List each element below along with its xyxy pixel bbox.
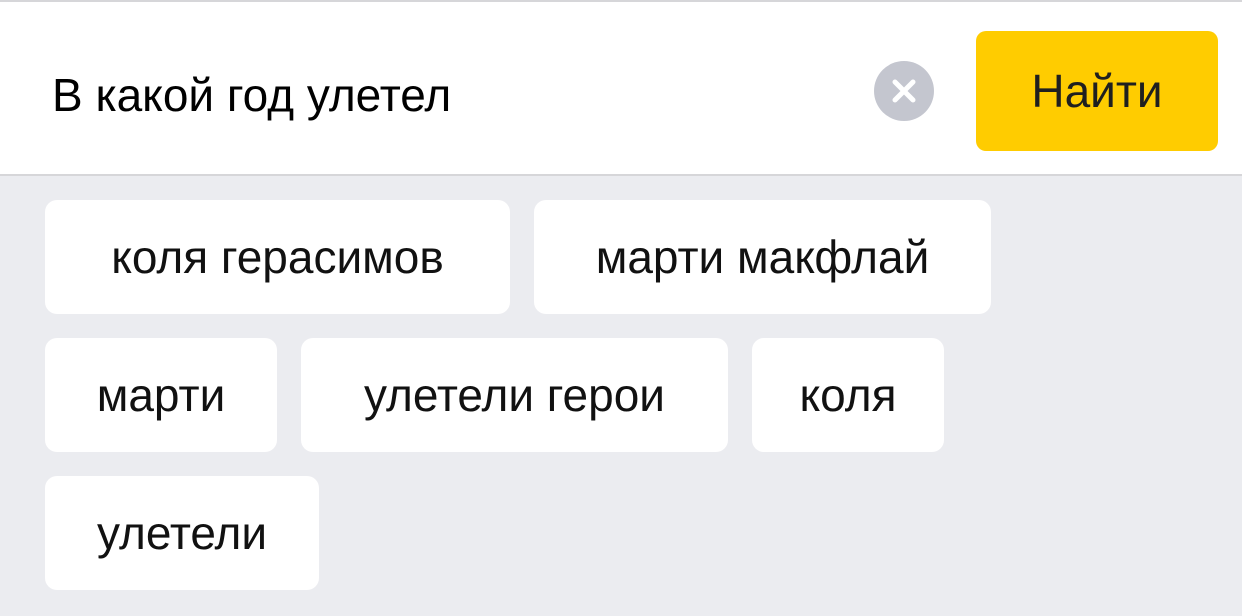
close-icon <box>890 77 918 105</box>
search-bar: Найти <box>0 0 1242 176</box>
find-button[interactable]: Найти <box>976 31 1218 151</box>
suggestion-chip[interactable]: марти макфлай <box>534 200 991 314</box>
suggestion-chip[interactable]: улетели <box>45 476 319 590</box>
search-input[interactable] <box>52 62 852 128</box>
suggestion-chip[interactable]: марти <box>45 338 277 452</box>
search-page: Найти коля герасимов марти макфлай марти… <box>0 0 1242 616</box>
suggestion-chip[interactable]: коля <box>752 338 944 452</box>
clear-search-button[interactable] <box>874 61 934 121</box>
suggestion-chip[interactable]: улетели герои <box>301 338 728 452</box>
suggestion-chip[interactable]: коля герасимов <box>45 200 510 314</box>
